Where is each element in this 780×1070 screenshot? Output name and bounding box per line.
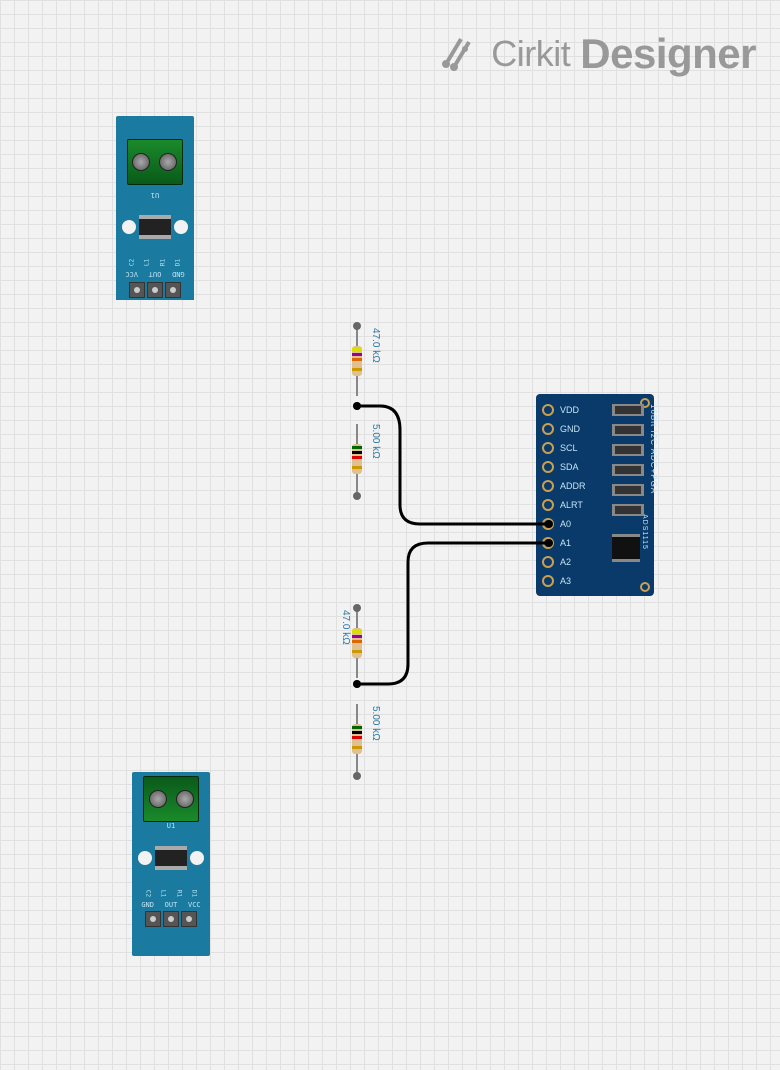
acs-chip-label: U1	[116, 191, 194, 199]
ads-pin-scl[interactable]	[542, 442, 554, 454]
ads-pin-addr[interactable]	[542, 480, 554, 492]
ads1115-module[interactable]: 16Bit I2C ADC+PGA ADS1115 VDD GND SCL SD…	[536, 394, 654, 596]
acs-header-pins	[132, 909, 210, 931]
resistor-r1-47k[interactable]	[352, 326, 362, 396]
wire-node	[353, 680, 361, 688]
resistor-r3-47k[interactable]	[352, 608, 362, 678]
acs-terminal-block	[127, 139, 183, 185]
acs-terminal-block	[143, 776, 199, 822]
acs-pin-labels: GND OUT VCC	[116, 270, 194, 278]
ads-description: 16Bit I2C ADC+PGA	[649, 404, 658, 494]
acs-ic-chip	[139, 215, 171, 239]
acs-component-labels: D1 R1 L1 C2	[116, 255, 194, 270]
acs712-module-bottom[interactable]: U1 C2 L1 R1 D1 GND OUT VCC	[132, 772, 210, 956]
wire-node	[353, 604, 361, 612]
ads-ic-chip	[612, 534, 640, 562]
wire-node	[353, 492, 361, 500]
ads-pin-sda[interactable]	[542, 461, 554, 473]
resistor-r2-5k[interactable]	[352, 424, 362, 494]
resistor-r4-5k[interactable]	[352, 704, 362, 774]
resistor-r1-label: 47.0 kΩ	[370, 328, 381, 363]
acs-pin-labels: GND OUT VCC	[132, 901, 210, 909]
watermark-brand: Cirkit	[491, 33, 570, 75]
ads-pin-a3[interactable]	[542, 575, 554, 587]
ads-pin-vdd[interactable]	[542, 404, 554, 416]
ads-part-number: ADS1115	[641, 514, 648, 550]
resistor-r2-label: 5.00 kΩ	[370, 424, 381, 459]
ads-pin-a1[interactable]	[542, 537, 554, 549]
ads-pin-gnd[interactable]	[542, 423, 554, 435]
ads-pin-alrt[interactable]	[542, 499, 554, 511]
acs-component-labels: C2 L1 R1 D1	[132, 886, 210, 901]
acs-header-pins	[116, 278, 194, 300]
cirkit-logo-icon	[441, 34, 481, 74]
ads-pin-a2[interactable]	[542, 556, 554, 568]
watermark: Cirkit Designer	[441, 30, 756, 78]
wire-node	[353, 402, 361, 410]
acs712-module-top[interactable]: GND OUT VCC D1 R1 L1 C2 U1	[116, 116, 194, 300]
ads-pin-a0[interactable]	[542, 518, 554, 530]
circuit-canvas[interactable]: Cirkit Designer GND OUT VCC D1 R1 L1 C2 …	[0, 0, 780, 1070]
acs-chip-label: U1	[132, 822, 210, 830]
wire-node	[353, 322, 361, 330]
resistor-r4-label: 5.00 kΩ	[370, 706, 381, 741]
wire-node	[353, 772, 361, 780]
watermark-product: Designer	[580, 30, 756, 78]
acs-ic-chip	[155, 846, 187, 870]
resistor-r3-label: 47.0 kΩ	[340, 610, 351, 645]
